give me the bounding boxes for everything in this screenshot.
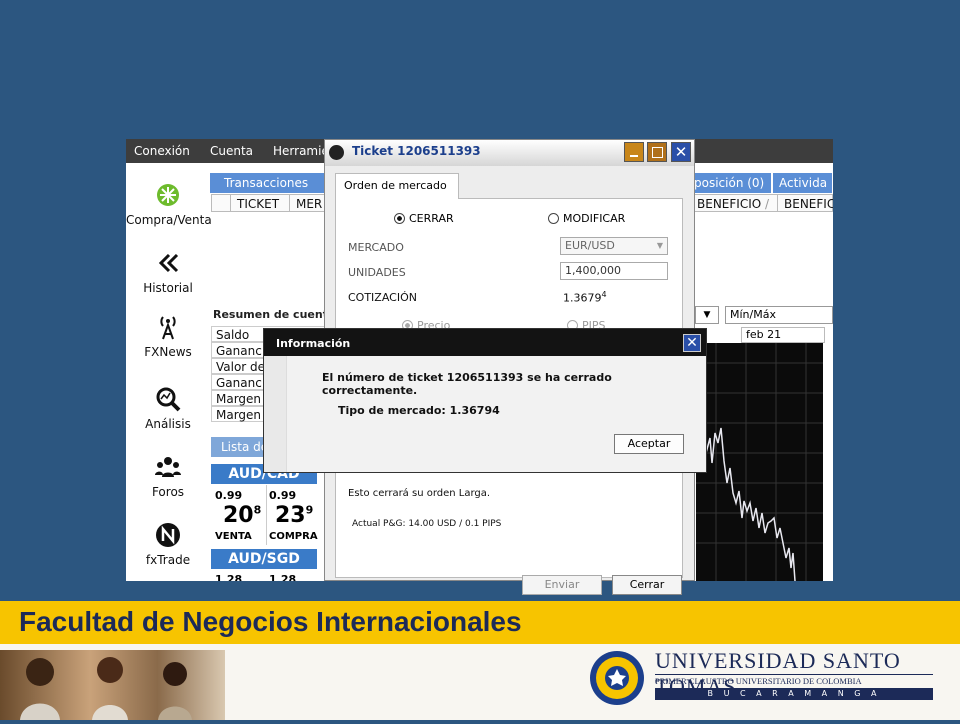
sidebar: Compra/Venta Historial FXNews Análisis F… xyxy=(126,163,212,581)
column-header-beneficio[interactable]: BENEFICIO / xyxy=(690,194,778,212)
fxnews-icon xyxy=(160,316,176,340)
menu-conexion[interactable]: Conexión xyxy=(134,144,190,158)
chart-date-label: feb 21 xyxy=(741,327,825,343)
sell-label: VENTA xyxy=(215,531,252,542)
range-select[interactable]: Mín/Máx xyxy=(725,306,833,324)
sidebar-item-foros[interactable]: Foros xyxy=(126,453,210,499)
column-header-blank xyxy=(211,194,231,212)
accept-button[interactable]: Aceptar xyxy=(614,434,684,454)
ticket-title-bar[interactable]: Ticket 1206511393 ✕ xyxy=(325,140,694,166)
sidebar-item-label: Foros xyxy=(151,485,185,499)
buy-price-prefix: 1.28 xyxy=(269,573,297,581)
sell-price-prefix: 0.99 xyxy=(215,489,243,502)
market-select[interactable]: EUR/USD ▼ xyxy=(560,237,668,255)
maximize-button[interactable] xyxy=(647,142,667,162)
minimize-button[interactable] xyxy=(624,142,644,162)
sidebar-item-fxtrade[interactable]: fxTrade xyxy=(126,521,210,567)
sell-price-big[interactable]: 208 xyxy=(223,503,261,528)
forums-icon xyxy=(155,457,181,477)
buy-price-big[interactable]: 239 xyxy=(275,503,313,528)
info-title-bar[interactable]: Información ✕ xyxy=(264,329,706,356)
column-header-ticket[interactable]: TICKET xyxy=(230,194,290,212)
sidebar-item-label: Historial xyxy=(143,281,193,295)
price-line xyxy=(705,427,796,581)
sidebar-item-label: Análisis xyxy=(145,417,191,431)
sidebar-item-label: FXNews xyxy=(144,345,192,359)
radio-checked-icon xyxy=(394,212,405,224)
sidebar-item-label: Compra/Venta xyxy=(126,213,212,227)
units-label: UNIDADES xyxy=(348,266,406,279)
tab-transacciones[interactable]: Transacciones (0) xyxy=(210,173,328,210)
sidebar-item-compra-venta[interactable]: Compra/Venta xyxy=(126,181,212,227)
account-summary-title: Resumen de cuenta xyxy=(213,308,336,321)
divider xyxy=(655,674,933,675)
radio-modify[interactable]: MODIFICAR xyxy=(548,212,625,225)
info-message: El número de ticket 1206511393 se ha cer… xyxy=(322,371,612,397)
fxtrade-icon xyxy=(156,523,180,547)
quote-value: 1.36794 xyxy=(563,290,607,305)
buy-label: COMPRA xyxy=(269,531,318,542)
market-label: MERCADO xyxy=(348,241,404,254)
tab-actividad[interactable]: Activida xyxy=(773,173,833,193)
university-seal-icon xyxy=(590,651,644,705)
divider xyxy=(266,485,267,545)
close-icon[interactable]: ✕ xyxy=(683,334,701,352)
close-icon[interactable]: ✕ xyxy=(671,142,691,162)
radio-close[interactable]: CERRAR xyxy=(394,212,454,225)
quote-label: COTIZACIÓN xyxy=(348,291,417,304)
radio-unchecked-icon xyxy=(548,212,559,224)
compra-venta-icon xyxy=(157,184,179,206)
dialog-side-panel xyxy=(264,356,287,472)
university-name: UNIVERSIDAD SANTO TOMAS xyxy=(655,648,901,699)
sidebar-item-fxnews[interactable]: FXNews xyxy=(126,313,210,359)
close-order-message: Esto cerrará su orden Larga. xyxy=(348,488,491,499)
buy-price-prefix: 0.99 xyxy=(269,489,297,502)
analysis-icon xyxy=(156,387,181,412)
cancel-button[interactable]: Cerrar xyxy=(612,575,682,595)
students-illustration xyxy=(20,657,192,720)
faculty-title: Facultad de Negocios Internacionales xyxy=(19,606,522,637)
city-name: B U C A R A M A N G A xyxy=(655,688,933,700)
sidebar-item-historial[interactable]: Historial xyxy=(126,249,210,295)
tile-pair-audsgd[interactable]: AUD/SGD xyxy=(211,549,317,569)
sell-price-prefix: 1.28 xyxy=(215,573,243,581)
historial-icon xyxy=(158,253,179,273)
info-title: Información xyxy=(276,337,351,350)
sort-icon: / xyxy=(765,197,770,211)
info-detail: Tipo de mercado: 1.36794 xyxy=(338,404,500,417)
profit-loss-message: Actual P&G: 14.00 USD / 0.1 PIPS xyxy=(352,519,502,529)
menu-herramientas[interactable]: Herramie xyxy=(273,144,329,158)
ticket-title: Ticket 1206511393 xyxy=(352,144,481,158)
price-chart[interactable] xyxy=(696,343,823,581)
university-strip: UNIVERSIDAD SANTO TOMAS PRIMER CLAUSTRO … xyxy=(0,644,960,720)
chevron-down-icon: ▼ xyxy=(656,241,663,250)
info-dialog: Información ✕ El número de ticket 120651… xyxy=(263,328,707,473)
send-button[interactable]: Enviar xyxy=(522,575,602,595)
sidebar-item-analisis[interactable]: Análisis xyxy=(126,385,210,431)
units-input[interactable]: 1,400,000 xyxy=(560,262,668,280)
chart-grid xyxy=(696,343,823,581)
tab-orden-de-mercado[interactable]: Orden de mercado xyxy=(335,173,459,199)
quote-tile-audcad: 0.99 208 VENTA 0.99 239 COMPRA xyxy=(211,485,318,545)
university-subtitle: PRIMER CLAUSTRO UNIVERSITARIO DE COLOMBI… xyxy=(655,676,862,686)
students-photo xyxy=(0,650,225,720)
app-logo-icon xyxy=(329,145,344,160)
column-header-mercado[interactable]: MER xyxy=(289,194,329,212)
chevron-down-icon[interactable]: ▼ xyxy=(695,306,719,324)
sidebar-item-label: fxTrade xyxy=(145,553,191,567)
column-header-beneficio-2[interactable]: BENEFIC xyxy=(777,194,833,212)
faculty-banner: Facultad de Negocios Internacionales xyxy=(0,601,960,644)
menu-cuenta[interactable]: Cuenta xyxy=(210,144,253,158)
